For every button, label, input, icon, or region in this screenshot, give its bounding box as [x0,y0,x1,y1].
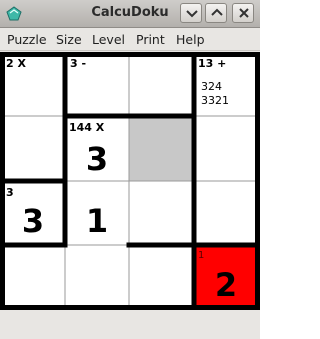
close-button[interactable] [232,3,254,23]
minimize-button[interactable] [180,3,202,23]
cell-value: 3 [85,140,109,178]
cell-value: 2 [214,266,238,304]
cage-clue: 144 X [69,121,105,134]
title-bar[interactable]: CalcuDoku [0,0,260,28]
pencil-mark: 3321 [201,94,229,107]
cell-value: 1 [85,202,109,240]
cage-clue: 3 - [70,57,87,70]
menu-level[interactable]: Level [92,32,125,47]
maximize-button[interactable] [205,3,227,23]
menu-bar: Puzzle Size Level Print Help [0,28,260,51]
cage-clue: 3 [6,186,14,199]
selected-cell[interactable] [129,116,194,181]
menu-puzzle[interactable]: Puzzle [7,32,47,47]
window-bottom [0,310,260,339]
cell-value: 3 [21,202,45,240]
minimize-icon [186,10,198,18]
pencil-mark: 324 [201,80,222,93]
menu-size[interactable]: Size [56,32,82,47]
menu-print[interactable]: Print [136,32,165,47]
maximize-icon [211,8,223,16]
puzzle-board[interactable]: 2 X 3 - 13 + 324 3321 144 X 3 1 3 3 1 2 [0,52,260,310]
cage-clue: 1 [198,250,205,261]
menu-help[interactable]: Help [176,32,205,47]
close-icon [239,8,249,18]
calcudoku-window: CalcuDoku Puzzle Size Level Print Help 2… [0,0,260,339]
cage-clue: 2 X [6,57,26,70]
cage-clue: 13 + [198,57,227,70]
